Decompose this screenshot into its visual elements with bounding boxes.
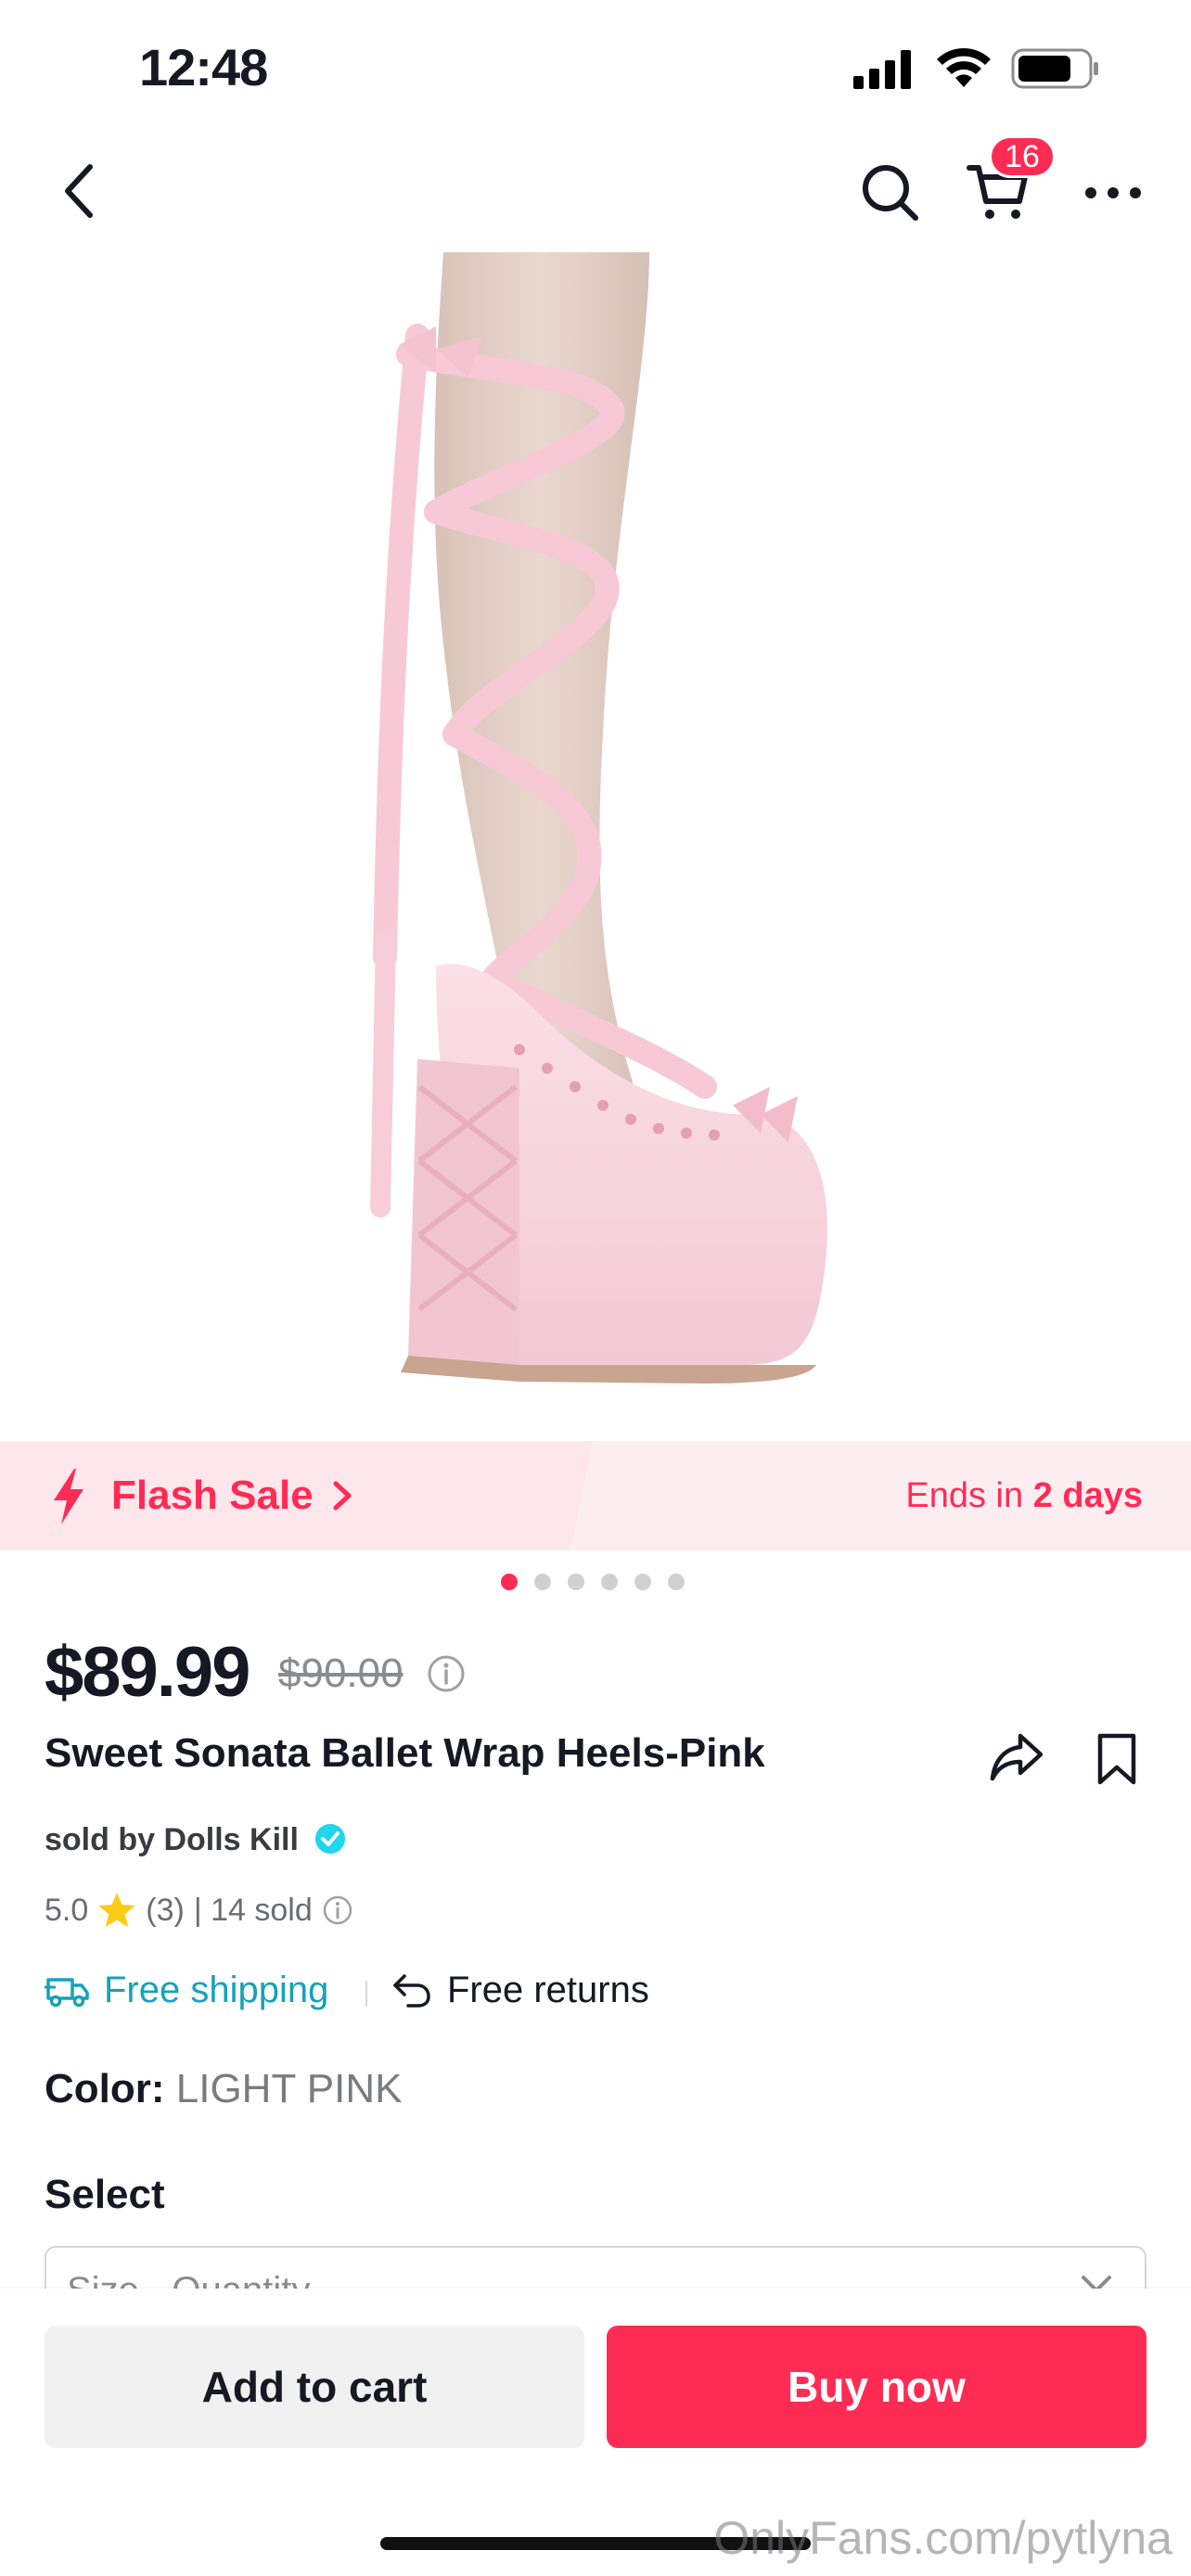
rating-row[interactable]: 5.0 (3) | 14 sold bbox=[45, 1892, 353, 1929]
more-icon bbox=[1085, 187, 1141, 198]
free-returns[interactable]: Free returns bbox=[391, 1970, 649, 2011]
sold-count: | 14 sold bbox=[193, 1892, 313, 1928]
ends-prefix: Ends in bbox=[905, 1476, 1024, 1515]
carousel-dot[interactable] bbox=[501, 1574, 518, 1590]
returns-text: Free returns bbox=[447, 1970, 649, 2010]
watermark: OnlyFans.com/pytlyna bbox=[713, 2512, 1172, 2564]
chevron-right-icon bbox=[333, 1481, 352, 1511]
cart-count-badge: 16 bbox=[989, 135, 1056, 178]
select-heading: Select bbox=[45, 2172, 165, 2217]
signal-icon bbox=[853, 50, 911, 89]
verified-icon bbox=[315, 1824, 346, 1854]
flash-sale-label[interactable]: Flash Sale bbox=[111, 1473, 354, 1519]
info-icon[interactable] bbox=[427, 1654, 466, 1693]
back-icon bbox=[65, 164, 93, 218]
share-icon[interactable] bbox=[989, 1732, 1044, 1784]
search-icon bbox=[863, 165, 918, 221]
flash-icon bbox=[54, 1469, 83, 1524]
carousel-dots[interactable] bbox=[501, 1574, 685, 1590]
shipping-text: Free shipping bbox=[104, 1970, 329, 2010]
seller-info[interactable]: sold by Dolls Kill bbox=[45, 1822, 346, 1858]
back-button[interactable] bbox=[46, 154, 111, 228]
price: $89.99 bbox=[45, 1633, 250, 1712]
search-button[interactable] bbox=[853, 156, 928, 230]
carousel-dot[interactable] bbox=[601, 1574, 618, 1590]
battery-icon bbox=[1011, 48, 1098, 89]
add-to-cart-button[interactable]: Add to cart bbox=[45, 2326, 584, 2448]
rating-value: 5.0 bbox=[45, 1892, 89, 1928]
more-button[interactable] bbox=[1076, 156, 1150, 230]
carousel-dot[interactable] bbox=[634, 1574, 651, 1590]
flash-sale-countdown: Ends in 2 days bbox=[905, 1476, 1143, 1516]
wifi-icon bbox=[937, 47, 991, 87]
info-icon[interactable] bbox=[322, 1894, 353, 1926]
color-label: Color: bbox=[45, 2066, 165, 2111]
color-row: Color: LIGHT PINK bbox=[45, 2066, 402, 2112]
product-image[interactable] bbox=[0, 252, 1191, 1441]
review-count: (3) bbox=[146, 1892, 185, 1928]
carousel-dot[interactable] bbox=[534, 1574, 551, 1590]
carousel-dot[interactable] bbox=[568, 1574, 584, 1590]
color-value: LIGHT PINK bbox=[175, 2066, 403, 2111]
star-icon bbox=[98, 1893, 135, 1927]
status-time: 12:48 bbox=[139, 38, 268, 96]
return-icon bbox=[393, 1973, 430, 2008]
product-title: Sweet Sonata Ballet Wrap Heels-Pink bbox=[45, 1730, 765, 1776]
free-shipping[interactable]: Free shipping bbox=[45, 1970, 328, 2011]
carousel-dot[interactable] bbox=[668, 1574, 685, 1590]
seller-name: sold by Dolls Kill bbox=[45, 1822, 299, 1857]
flash-sale-text: Flash Sale bbox=[111, 1473, 314, 1518]
buy-now-button[interactable]: Buy now bbox=[607, 2326, 1146, 2448]
ends-value: 2 days bbox=[1032, 1476, 1143, 1515]
product-photo bbox=[370, 252, 827, 1384]
bookmark-icon[interactable] bbox=[1095, 1732, 1139, 1786]
truck-icon bbox=[45, 1977, 89, 2007]
original-price: $90.00 bbox=[278, 1651, 403, 1696]
divider bbox=[365, 1981, 367, 2007]
